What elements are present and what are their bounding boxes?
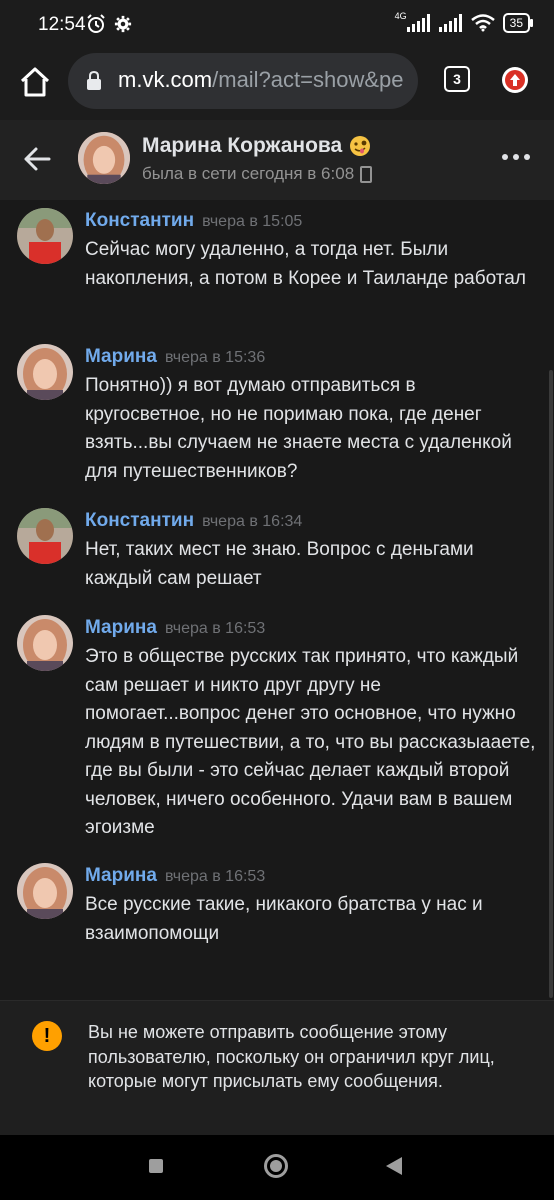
mobile-phone-icon (360, 165, 373, 183)
message-time: вчера в 15:05 (202, 213, 303, 230)
sender-name-text: Марина (85, 865, 157, 886)
wifi-icon (470, 14, 495, 32)
chat-header: Марина Коржанова была в сети сегодня в 6… (0, 120, 554, 200)
sender-name[interactable]: Константин вчера в 16:34 (85, 510, 302, 532)
message-time: вчера в 16:53 (164, 620, 266, 637)
message-text: Все русские такие, никакого братства у н… (85, 894, 483, 944)
sender-avatar[interactable] (17, 615, 73, 671)
sender-name[interactable]: Марина вчера в 16:53 (85, 617, 265, 639)
sender-avatar[interactable] (17, 344, 73, 400)
message-text: Понятно)) я вот думаю отправиться в круг… (85, 375, 512, 482)
contact-avatar[interactable] (78, 132, 130, 184)
silly-face-emoji-icon (350, 136, 371, 156)
home-icon[interactable] (18, 65, 52, 99)
sender-name-text: Константин (85, 510, 195, 531)
sender-name[interactable]: Марина вчера в 16:53 (85, 865, 265, 887)
blocked-notice: ! Вы не можете отправить сообщение этому… (0, 1000, 554, 1136)
url-path: /mail?act=show&pe (212, 67, 404, 92)
signal-1-icon (406, 14, 430, 32)
status-bar: 12:54 4G 35 (0, 0, 554, 48)
system-nav-bar (0, 1135, 554, 1200)
scrollbar[interactable] (549, 370, 553, 998)
message-text: Нет, таких мест не знаю. Вопрос с деньга… (85, 539, 474, 589)
message-text: Это в обществе русских так принято, что … (85, 646, 536, 838)
message-time: вчера в 16:34 (202, 513, 303, 530)
update-icon[interactable] (502, 67, 528, 93)
clock: 12:54 (38, 14, 86, 35)
browser-toolbar: m.vk.com/mail?act=show&pe 3 (0, 48, 554, 120)
sender-name-text: Марина (85, 617, 157, 638)
last-seen-status: была в сети сегодня в 6:08 (142, 164, 373, 184)
warning-icon: ! (32, 1021, 62, 1051)
signal-2-icon (438, 14, 462, 32)
battery-indicator: 35 (502, 13, 534, 33)
last-seen-text: была в сети сегодня в 6:08 (142, 164, 355, 183)
sender-name[interactable]: Марина вчера в 15:36 (85, 346, 265, 368)
lock-icon (87, 71, 101, 90)
contact-name: Марина Коржанова (142, 134, 343, 157)
message-time: вчера в 16:53 (164, 868, 266, 885)
sender-avatar[interactable] (17, 863, 73, 919)
alarm-icon (87, 14, 105, 33)
sender-name[interactable]: Константин вчера в 15:05 (85, 210, 302, 232)
settings-gear-icon (114, 15, 132, 33)
message-text: Сейчас могу удаленно, а тогда нет. Были … (85, 239, 526, 289)
sender-avatar[interactable] (17, 508, 73, 564)
back-triangle-icon[interactable] (386, 1157, 402, 1175)
back-arrow-icon[interactable] (22, 144, 52, 174)
notice-text: Вы не можете отправить сообщение этому п… (88, 1022, 495, 1091)
url-host: m.vk.com (118, 67, 213, 92)
message-time: вчера в 15:36 (164, 349, 266, 366)
recent-apps-icon[interactable] (149, 1159, 163, 1173)
address-bar[interactable]: m.vk.com/mail?act=show&pe (68, 53, 418, 109)
sender-name-text: Константин (85, 210, 195, 231)
chat-title[interactable]: Марина Коржанова (142, 134, 371, 158)
url-text: m.vk.com/mail?act=show&pe (118, 67, 404, 93)
sender-avatar[interactable] (17, 208, 73, 264)
network-type-label: 4G (394, 11, 407, 21)
more-options-icon[interactable] (502, 154, 530, 160)
sender-name-text: Марина (85, 346, 157, 367)
home-circle-icon[interactable] (264, 1154, 288, 1178)
message-list[interactable]: Константин вчера в 15:05 Сейчас могу удал… (0, 200, 554, 1000)
tab-switcher-button[interactable]: 3 (444, 66, 470, 92)
